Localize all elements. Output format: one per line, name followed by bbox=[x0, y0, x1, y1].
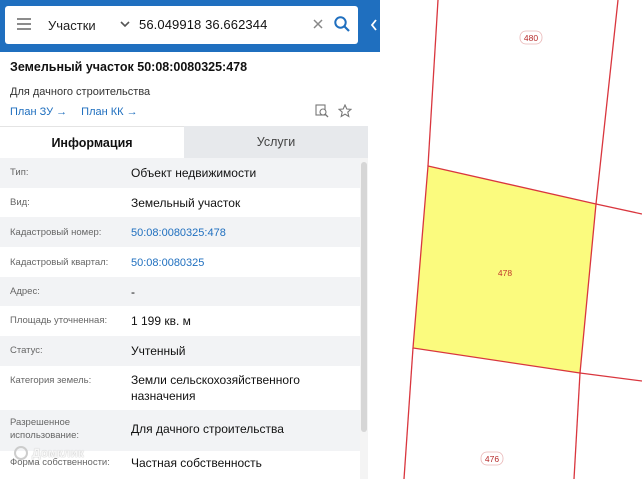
plan-zu-link[interactable]: План ЗУ → bbox=[10, 106, 67, 118]
info-row-address: Адрес: - bbox=[0, 277, 360, 306]
row-value: Земельный участок bbox=[131, 196, 241, 210]
layer-select[interactable]: Участки bbox=[48, 6, 96, 44]
info-row-cadastral-number: Кадастровый номер: 50:08:0080325:478 bbox=[0, 217, 360, 247]
plan-links: План ЗУ → План КК → bbox=[10, 106, 138, 118]
row-label: Вид: bbox=[10, 197, 30, 208]
row-value: Учтенный bbox=[131, 344, 186, 358]
watermark: Домклик bbox=[14, 446, 84, 460]
row-label: Статус: bbox=[10, 345, 43, 356]
row-value: - bbox=[131, 285, 135, 299]
parcel-label-480: 480 bbox=[519, 30, 543, 45]
object-purpose: Для дачного строительства bbox=[10, 86, 151, 98]
arrow-right-icon: → bbox=[126, 106, 138, 118]
chevron-down-icon[interactable] bbox=[119, 18, 131, 30]
row-value: Для дачного строительства bbox=[131, 422, 284, 436]
info-row-status: Статус: Учтенный bbox=[0, 336, 360, 366]
menu-icon[interactable] bbox=[14, 15, 34, 35]
tab-services[interactable]: Услуги bbox=[184, 126, 368, 158]
domclick-logo-icon bbox=[14, 446, 28, 460]
object-title: Земельный участок 50:08:0080325:478 bbox=[10, 60, 248, 74]
tabs: Информация Услуги bbox=[0, 126, 368, 158]
tab-information[interactable]: Информация bbox=[0, 126, 184, 158]
info-row-land-category: Категория земель: Земли сельскохозяйстве… bbox=[0, 366, 360, 410]
search-input[interactable]: 56.049918 36.662344 bbox=[139, 6, 309, 44]
svg-text:476: 476 bbox=[485, 454, 499, 464]
row-value: Частная собственность bbox=[131, 456, 262, 470]
info-row-kind: Вид: Земельный участок bbox=[0, 188, 360, 217]
chevron-left-icon bbox=[370, 19, 377, 31]
row-label: Разрешенное использование: bbox=[10, 417, 80, 441]
info-panel: Участки 56.049918 36.662344 Земельный уч… bbox=[0, 0, 368, 479]
search-box: Участки 56.049918 36.662344 bbox=[5, 6, 358, 44]
collapse-panel-button[interactable] bbox=[368, 0, 380, 52]
row-label: Площадь уточненная: bbox=[10, 315, 108, 326]
info-row-cadastral-quarter: Кадастровый квартал: 50:08:0080325 bbox=[0, 247, 360, 277]
search-icon[interactable] bbox=[333, 15, 351, 33]
info-row-area: Площадь уточненная: 1 199 кв. м bbox=[0, 306, 360, 336]
row-value: Объект недвижимости bbox=[131, 166, 257, 180]
row-label: Тип: bbox=[10, 167, 29, 178]
svg-text:480: 480 bbox=[524, 33, 538, 43]
arrow-right-icon: → bbox=[56, 106, 68, 118]
row-value: Земли сельскохозяйственного назначения bbox=[131, 373, 300, 403]
info-row-permitted-use: Разрешенное использование: Для дачного с… bbox=[0, 410, 360, 451]
scroll-thumb[interactable] bbox=[361, 162, 367, 432]
parcel-label-476: 476 bbox=[480, 451, 504, 466]
watermark-text: Домклик bbox=[32, 446, 84, 460]
star-icon[interactable] bbox=[338, 104, 352, 118]
row-label: Кадастровый квартал: bbox=[10, 257, 109, 268]
row-label: Категория земель: bbox=[10, 375, 92, 386]
row-label: Адрес: bbox=[10, 286, 40, 297]
layer-select-value: Участки bbox=[48, 17, 96, 33]
cadastral-quarter-link[interactable]: 50:08:0080325 bbox=[131, 255, 351, 271]
scrollbar[interactable] bbox=[360, 158, 368, 479]
row-value: 1 199 кв. м bbox=[131, 314, 191, 328]
search-bar: Участки 56.049918 36.662344 bbox=[0, 0, 368, 52]
close-icon[interactable] bbox=[311, 17, 325, 31]
zoom-to-object-icon[interactable] bbox=[315, 104, 329, 118]
row-label: Кадастровый номер: bbox=[10, 227, 102, 238]
cadastral-number-link[interactable]: 50:08:0080325:478 bbox=[131, 225, 351, 241]
parcel-label-478: 478 bbox=[498, 268, 512, 278]
info-row-type: Тип: Объект недвижимости bbox=[0, 158, 360, 188]
plan-kk-link[interactable]: План КК → bbox=[81, 106, 137, 118]
